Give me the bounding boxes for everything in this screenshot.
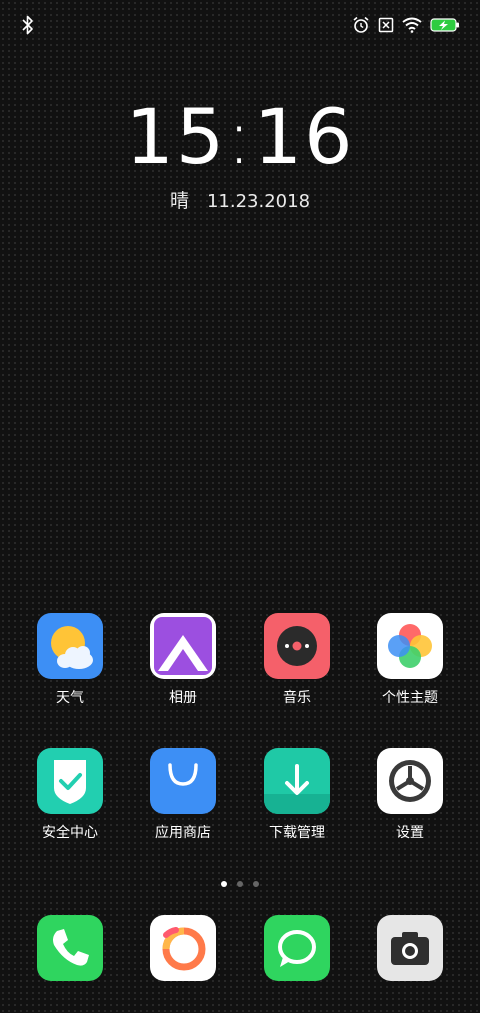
app-downloads[interactable]: 下载管理: [242, 748, 352, 842]
clock-widget[interactable]: 15:16: [0, 92, 480, 181]
app-music[interactable]: 音乐: [242, 613, 352, 707]
settings-icon: [377, 748, 443, 814]
app-label: 天气: [56, 690, 84, 706]
app-label: 相册: [169, 690, 197, 706]
app-label: 应用商店: [155, 825, 211, 841]
dock: [0, 915, 480, 981]
security-icon: [37, 748, 103, 814]
battery-charging-icon: [430, 18, 459, 32]
weather-icon: [37, 613, 103, 679]
messages-icon: [264, 915, 330, 981]
dock-camera[interactable]: [355, 915, 465, 981]
gallery-icon: [150, 613, 216, 679]
date-text: 11.23.2018: [206, 191, 311, 212]
page-dot-2[interactable]: [237, 881, 243, 887]
music-icon: [264, 613, 330, 679]
app-store[interactable]: 应用商店: [128, 748, 238, 842]
browser-icon: [150, 915, 216, 981]
app-security[interactable]: 安全中心: [15, 748, 125, 842]
status-icons: [352, 12, 460, 38]
date-widget[interactable]: 晴 11.23.2018: [0, 186, 480, 213]
weather-text: 晴: [169, 190, 189, 212]
dock-phone[interactable]: [15, 915, 125, 981]
themes-icon: [377, 613, 443, 679]
alarm-icon: [353, 16, 369, 33]
app-weather[interactable]: 天气: [15, 613, 125, 707]
app-label: 个性主题: [382, 690, 438, 706]
dock-messages[interactable]: [242, 915, 352, 981]
no-sim-icon: [378, 17, 394, 33]
clock-minute: 16: [253, 92, 355, 181]
app-label: 音乐: [283, 690, 311, 706]
app-label: 设置: [396, 825, 424, 841]
page-dot-3[interactable]: [253, 881, 259, 887]
wifi-icon: [402, 17, 422, 33]
dock-browser[interactable]: [128, 915, 238, 981]
clock-hour: 15: [125, 92, 227, 181]
bluetooth-icon: [22, 15, 33, 35]
downloads-icon: [264, 748, 330, 814]
page-indicator[interactable]: [0, 872, 480, 891]
page-dot-1[interactable]: [221, 881, 227, 887]
app-store-icon: [150, 748, 216, 814]
phone-icon: [37, 915, 103, 981]
app-themes[interactable]: 个性主题: [355, 613, 465, 707]
status-bar: [0, 0, 480, 50]
camera-icon: [377, 915, 443, 981]
app-label: 安全中心: [42, 825, 98, 841]
app-label: 下载管理: [269, 825, 325, 841]
app-settings[interactable]: 设置: [355, 748, 465, 842]
app-gallery[interactable]: 相册: [128, 613, 238, 707]
